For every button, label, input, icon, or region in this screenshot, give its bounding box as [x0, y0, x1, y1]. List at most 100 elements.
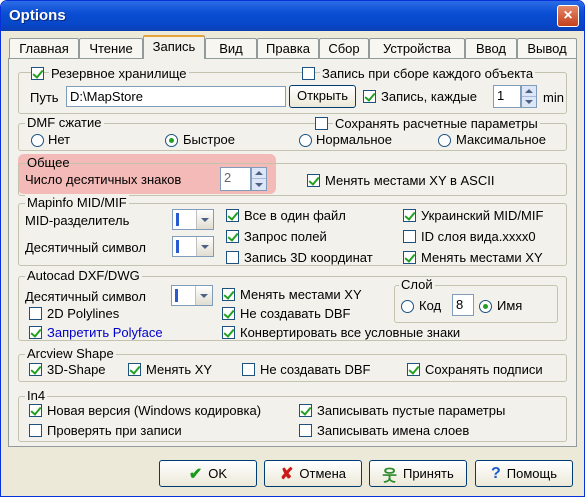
title-bar: Options ×: [1, 1, 584, 31]
mid-separator-select[interactable]: [172, 209, 214, 230]
save-each-object-checkbox[interactable]: [302, 67, 315, 80]
tab-edit[interactable]: Правка: [257, 38, 319, 59]
write-every-checkbox[interactable]: [363, 90, 376, 103]
write-layer-names-label: Записывать имена слоев: [317, 423, 470, 438]
arcview-no-dbf-label: Не создавать DBF: [260, 362, 371, 377]
dmf-option-max-label: Максимальное: [456, 132, 546, 147]
close-button[interactable]: ×: [557, 5, 579, 27]
layer-code-input[interactable]: 8: [452, 294, 474, 316]
interval-spinner[interactable]: [521, 85, 537, 108]
shape-3d-label: 3D-Shape: [47, 362, 106, 377]
new-version-label: Новая версия (Windows кодировка): [47, 403, 262, 418]
tab-read[interactable]: Чтение: [79, 38, 143, 59]
layer-code-label: Код: [419, 298, 442, 313]
tab-output[interactable]: Вывод: [517, 38, 577, 59]
tab-view[interactable]: Вид: [205, 38, 257, 59]
tab-main[interactable]: Главная: [9, 38, 79, 59]
swap-xy-ascii-label: Менять местами XY в ASCII: [325, 173, 495, 188]
autocad-swap-xy-checkbox[interactable]: [222, 288, 235, 301]
chevron-down-icon: [201, 244, 209, 249]
ukr-mid-label: Украинский MID/MIF: [421, 208, 544, 223]
all-in-one-label: Все в один файл: [244, 208, 346, 223]
write-3d-checkbox[interactable]: [226, 251, 239, 264]
check-on-write-label: Проверять при записи: [47, 423, 182, 438]
spin-down-icon: [525, 99, 533, 104]
polylines-2d-checkbox[interactable]: [29, 307, 42, 320]
tab-write[interactable]: Запись: [143, 35, 205, 59]
decimals-spinner[interactable]: [251, 167, 267, 191]
convert-signs-label: Конвертировать все условные знаки: [240, 325, 461, 340]
arcview-swap-xy-checkbox[interactable]: [128, 363, 141, 376]
backup-label: Резервное хранилище: [49, 66, 189, 81]
autocad-no-dbf-label: Не создавать DBF: [240, 306, 351, 321]
ok-button-label: OK: [208, 466, 228, 481]
tab-input[interactable]: Ввод: [465, 38, 517, 59]
write-every-label: Запись, каждые: [381, 89, 477, 104]
decimals-label: Число десятичных знаков: [25, 172, 182, 187]
layer-name-label: Имя: [497, 298, 523, 313]
help-question-icon: ?: [491, 464, 501, 482]
person-icon: 웃: [382, 467, 397, 485]
general-legend: Общее: [27, 155, 70, 170]
path-input[interactable]: D:\MapStore: [66, 86, 286, 107]
interval-input[interactable]: 1: [493, 85, 521, 108]
query-fields-label: Запрос полей: [244, 229, 327, 244]
autocad-decimal-symbol-label: Десятичный символ: [25, 289, 146, 304]
ok-button[interactable]: ✔ OK: [159, 460, 257, 487]
write-empty-checkbox[interactable]: [299, 404, 312, 417]
new-version-checkbox[interactable]: [29, 404, 42, 417]
forbid-polyface-checkbox[interactable]: [29, 326, 42, 339]
layer-id-label: ID слоя вида.xxxx0: [421, 229, 536, 244]
help-button[interactable]: ? Помощь: [475, 460, 573, 487]
tab-collect[interactable]: Сбор: [319, 38, 369, 59]
swap-xy-ascii-checkbox[interactable]: [307, 174, 320, 187]
autocad-decimal-symbol-select[interactable]: [171, 285, 213, 306]
cancel-button[interactable]: ✘ Отмена: [264, 460, 362, 487]
tab-devices[interactable]: Устройства: [369, 38, 465, 59]
dmf-option-normal[interactable]: [299, 134, 312, 147]
keep-params-checkbox[interactable]: [315, 117, 328, 130]
mapinfo-decimal-symbol-label: Десятичный символ: [25, 240, 146, 255]
mapinfo-decimal-symbol-select[interactable]: [172, 236, 214, 257]
layer-name-radio[interactable]: [479, 300, 492, 313]
layer-id-checkbox[interactable]: [403, 230, 416, 243]
autocad-no-dbf-checkbox[interactable]: [222, 307, 235, 320]
backup-checkbox[interactable]: [31, 67, 44, 80]
autocad-swap-xy-label: Менять местами XY: [240, 287, 362, 302]
arcview-legend: Arcview Shape: [25, 346, 116, 361]
keep-captions-checkbox[interactable]: [407, 363, 420, 376]
apply-button-label: Принять: [402, 466, 454, 481]
spin-up-icon: [255, 171, 263, 175]
shape-3d-checkbox[interactable]: [29, 363, 42, 376]
arcview-no-dbf-checkbox[interactable]: [242, 363, 255, 376]
ukr-mid-checkbox[interactable]: [403, 209, 416, 222]
dmf-option-fast-label: Быстрое: [183, 132, 236, 147]
layer-code-radio[interactable]: [401, 300, 414, 313]
mapinfo-swap-xy-checkbox[interactable]: [403, 251, 416, 264]
spin-up-icon: [525, 88, 533, 93]
dmf-legend: DMF сжатие: [25, 115, 104, 130]
decimals-input[interactable]: 2: [220, 167, 251, 191]
options-dialog: Options × Главная Чтение Запись Вид Прав…: [0, 0, 585, 497]
convert-signs-checkbox[interactable]: [222, 326, 235, 339]
keep-params-label: Сохранять расчетные параметры: [333, 116, 540, 131]
apply-button[interactable]: 웃 Принять: [369, 460, 467, 487]
write-3d-label: Запись 3D координат: [244, 250, 373, 265]
mid-separator-label: MID-разделитель: [25, 213, 130, 228]
write-layer-names-checkbox[interactable]: [299, 424, 312, 437]
query-fields-checkbox[interactable]: [226, 230, 239, 243]
check-on-write-checkbox[interactable]: [29, 424, 42, 437]
all-in-one-checkbox[interactable]: [226, 209, 239, 222]
dmf-option-normal-label: Нормальное: [316, 132, 393, 147]
spin-down-icon: [255, 182, 263, 187]
autocad-legend: Autocad DXF/DWG: [25, 268, 142, 283]
polylines-2d-label: 2D Polylines: [47, 306, 120, 321]
dmf-option-none[interactable]: [31, 134, 44, 147]
open-button[interactable]: Открыть: [289, 85, 356, 108]
dmf-option-fast[interactable]: [165, 134, 178, 147]
checkmark-icon: ✔: [188, 465, 203, 483]
in4-legend: In4: [25, 388, 48, 403]
dmf-option-max[interactable]: [438, 134, 451, 147]
help-button-label: Помощь: [506, 466, 557, 481]
save-each-object-label: Запись при сборе каждого объекта: [320, 66, 536, 81]
